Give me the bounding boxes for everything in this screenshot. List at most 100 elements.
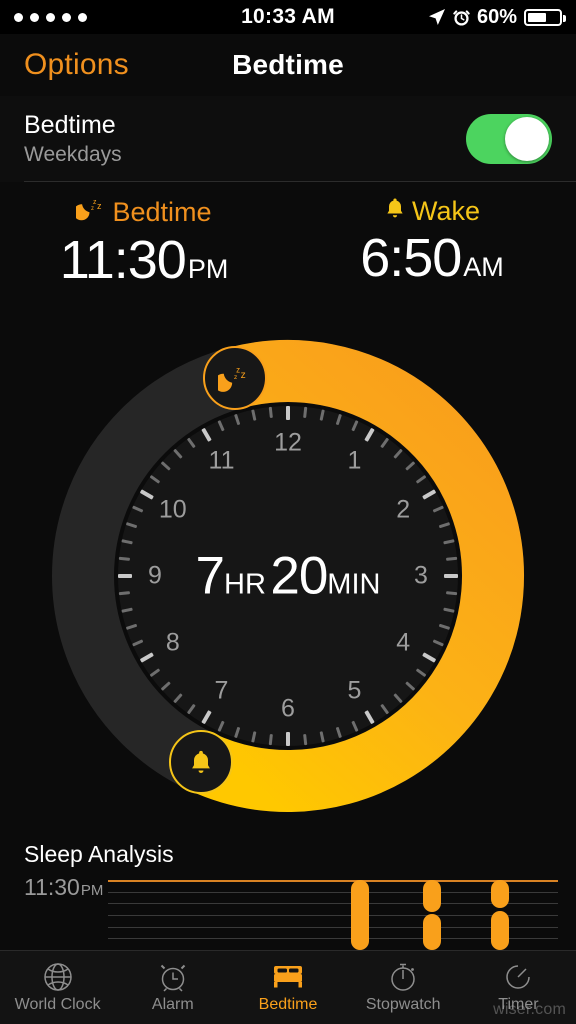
- duration-hours-unit: HR: [224, 568, 266, 601]
- dial-tick: [160, 681, 171, 691]
- wake-meridiem: AM: [463, 252, 504, 282]
- dial-hour-7: 7: [214, 676, 229, 705]
- stopwatch-icon: [387, 961, 419, 993]
- sleep-schedule-dial[interactable]: 12 1 2 3 4 5 6 7 8 9 10 11 7HR 20MIN z z z: [48, 336, 528, 816]
- chart-gridline: [108, 903, 558, 905]
- bedtime-meridiem: PM: [187, 254, 229, 284]
- dial-tick: [415, 668, 427, 678]
- dial-tick: [335, 726, 342, 739]
- duration-hours: 7: [195, 546, 226, 606]
- dial-tick: [217, 420, 225, 432]
- tab-label: World Clock: [14, 996, 101, 1013]
- dial-tick: [268, 733, 273, 746]
- sleep-duration-readout: 7HR 20MIN: [118, 546, 458, 607]
- bedtime-time-block[interactable]: z z z Bedtime 11:30 PM: [0, 196, 288, 326]
- tab-world-clock[interactable]: World Clock: [0, 951, 115, 1024]
- svg-text:z: z: [236, 365, 240, 374]
- svg-text:z: z: [241, 370, 246, 381]
- wake-time-block[interactable]: Wake 6:50 AM: [288, 196, 576, 326]
- dial-tick: [405, 681, 416, 691]
- tab-timer[interactable]: Timer: [461, 951, 576, 1024]
- signal-dot: [78, 12, 87, 22]
- dial-hour-5: 5: [347, 676, 362, 705]
- duration-minutes: 20: [270, 546, 328, 606]
- globe-icon: [42, 961, 74, 993]
- dial-tick: [139, 652, 154, 663]
- tab-alarm[interactable]: Alarm: [115, 951, 230, 1024]
- dial-tick: [186, 703, 196, 715]
- dial-tick: [303, 733, 308, 746]
- dial-tick: [380, 437, 390, 449]
- dial-tick: [268, 406, 273, 419]
- dial-tick: [422, 652, 437, 663]
- dial-tick: [160, 461, 171, 471]
- dial-tick: [234, 413, 241, 426]
- tab-label: Timer: [498, 996, 539, 1013]
- bedtime-toggle-row[interactable]: Bedtime Weekdays: [0, 96, 576, 182]
- dial-tick: [286, 732, 290, 746]
- dial-hour-2: 2: [396, 495, 411, 523]
- alarm-icon: [453, 9, 470, 26]
- location-arrow-icon: [428, 8, 446, 26]
- sleep-start-clock: 11:30: [24, 874, 80, 900]
- navigation-bar: Options Bedtime: [0, 34, 576, 96]
- bedtime-drag-handle[interactable]: z z z: [202, 345, 267, 410]
- dial-tick: [125, 522, 138, 529]
- tab-bedtime[interactable]: Bedtime: [230, 951, 345, 1024]
- signal-dot: [62, 12, 71, 22]
- sleep-analysis-title: Sleep Analysis: [24, 841, 174, 867]
- sleep-analysis-start-time: 11:30 PM: [24, 874, 103, 901]
- dial-tick: [251, 731, 257, 743]
- dial-tick: [149, 668, 161, 678]
- dial-hour-11: 11: [208, 446, 235, 475]
- sleep-analysis-chart: [108, 880, 558, 950]
- dial-hour-6: 6: [281, 694, 295, 723]
- battery-icon: [524, 8, 566, 26]
- dial-tick: [393, 448, 403, 459]
- dial-hour-8: 8: [165, 628, 180, 656]
- svg-text:z: z: [97, 201, 102, 211]
- dial-tick: [380, 703, 390, 715]
- signal-strength-dots: [14, 12, 87, 22]
- dial-tick: [432, 505, 444, 513]
- dial-tick: [438, 623, 451, 630]
- dial-tick: [251, 409, 257, 421]
- toggle-knob: [505, 117, 549, 161]
- dial-tick: [422, 489, 437, 500]
- dial-tick: [121, 607, 133, 613]
- dial-tick: [201, 710, 212, 725]
- sleep-bar: [490, 910, 509, 950]
- battery-percent-label: 60%: [476, 5, 517, 28]
- wake-drag-handle[interactable]: [169, 729, 234, 794]
- options-button[interactable]: Options: [24, 48, 129, 82]
- dial-tick: [335, 413, 342, 426]
- status-bar: 10:33 AM 60%: [0, 0, 576, 34]
- dial-tick: [234, 726, 241, 739]
- tab-label: Bedtime: [258, 996, 318, 1013]
- dial-tick: [319, 409, 325, 421]
- dial-tick: [139, 489, 154, 500]
- timer-icon: [502, 961, 534, 993]
- wake-clock: 6:50: [360, 228, 462, 288]
- dial-tick: [303, 406, 308, 419]
- tab-label: Alarm: [151, 996, 194, 1013]
- sleep-analysis-section[interactable]: Sleep Analysis 11:30 PM: [0, 836, 576, 950]
- dial-hour-12: 12: [274, 428, 302, 457]
- dial-tick: [201, 427, 212, 442]
- sleep-start-meridiem: PM: [80, 882, 104, 899]
- tab-stopwatch[interactable]: Stopwatch: [346, 951, 461, 1024]
- dial-tick: [351, 420, 359, 432]
- clock-dial: 12 1 2 3 4 5 6 7 8 9 10 11 7HR 20MIN: [118, 406, 458, 746]
- dial-tick: [393, 693, 403, 704]
- dial-tick: [443, 607, 455, 613]
- dial-tick: [186, 437, 196, 449]
- dial-hour-10: 10: [158, 495, 187, 523]
- dial-tick: [132, 505, 144, 513]
- chart-gridline: [108, 915, 558, 916]
- dial-hour-4: 4: [396, 628, 411, 656]
- wake-value: 6:50 AM: [360, 227, 504, 289]
- bedtime-toggle-switch[interactable]: [466, 114, 552, 164]
- dial-tick: [432, 639, 444, 647]
- dial-tick: [364, 710, 375, 725]
- chart-baseline: [108, 880, 558, 882]
